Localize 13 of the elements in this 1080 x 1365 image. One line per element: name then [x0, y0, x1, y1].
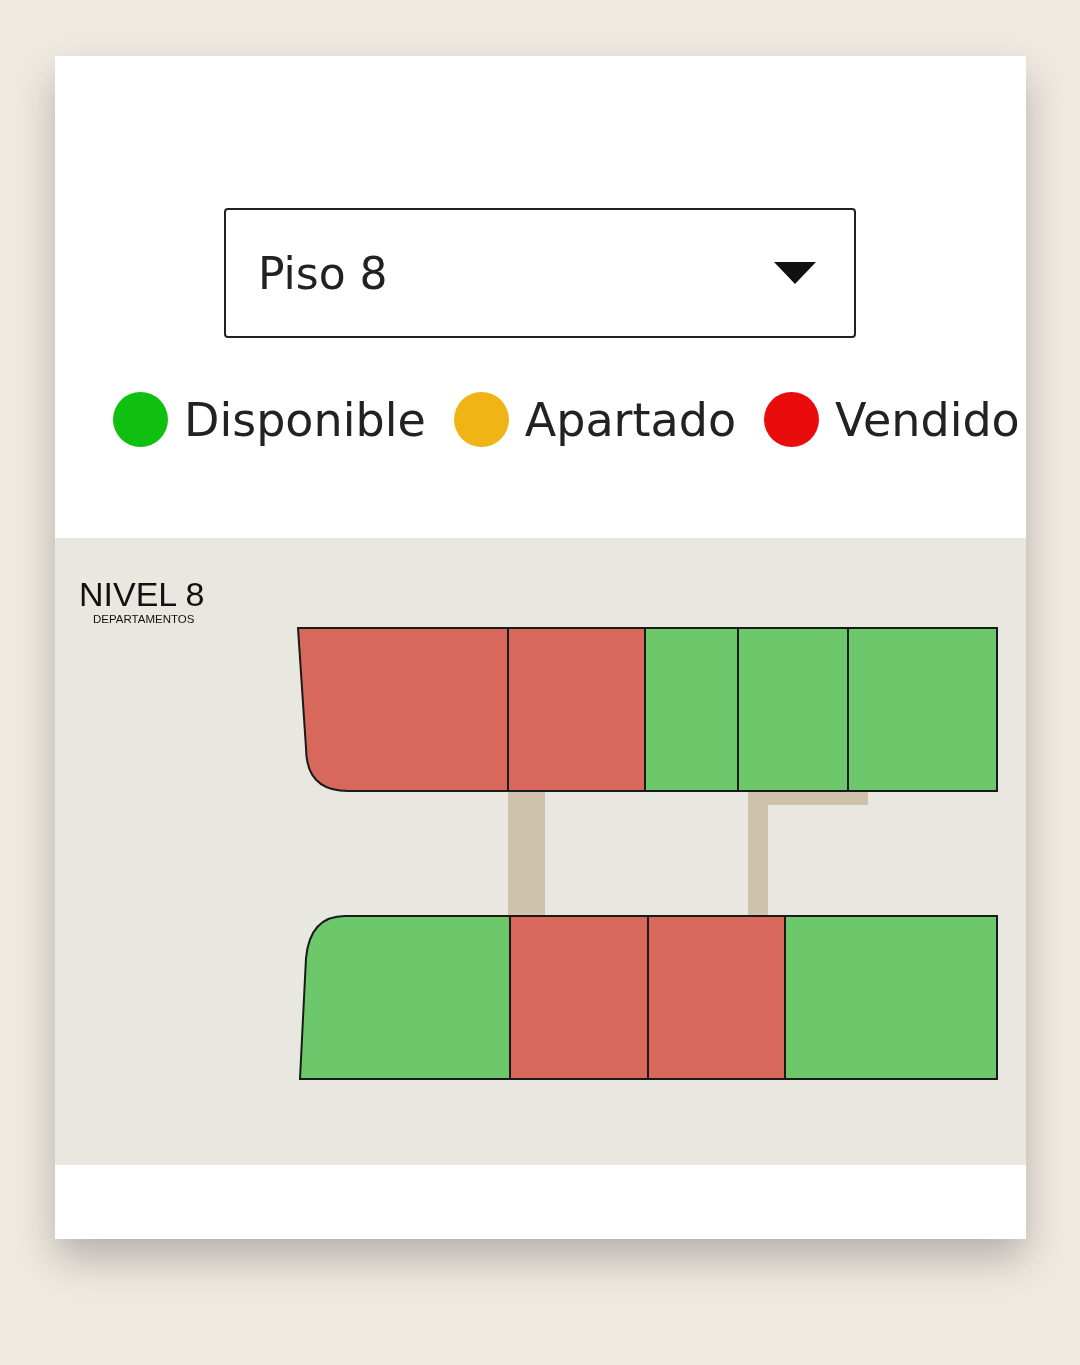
floor-dropdown[interactable]: Piso 8: [224, 208, 856, 338]
apartment-unit[interactable]: [644, 627, 739, 792]
apartment-unit[interactable]: [737, 627, 849, 792]
apartment-unit[interactable]: [299, 915, 511, 1080]
apartment-unit[interactable]: [784, 915, 998, 1080]
plan-subtitle: DEPARTAMENTOS: [93, 613, 195, 625]
plan-title: NIVEL 8: [79, 575, 205, 613]
apartment-unit[interactable]: [297, 627, 509, 792]
legend-label: Apartado: [524, 392, 737, 447]
legend-label: Disponible: [184, 392, 426, 447]
caret-icon: [774, 262, 816, 284]
legend-label: Vendido: [835, 392, 1020, 447]
apartment-unit[interactable]: [847, 627, 998, 792]
